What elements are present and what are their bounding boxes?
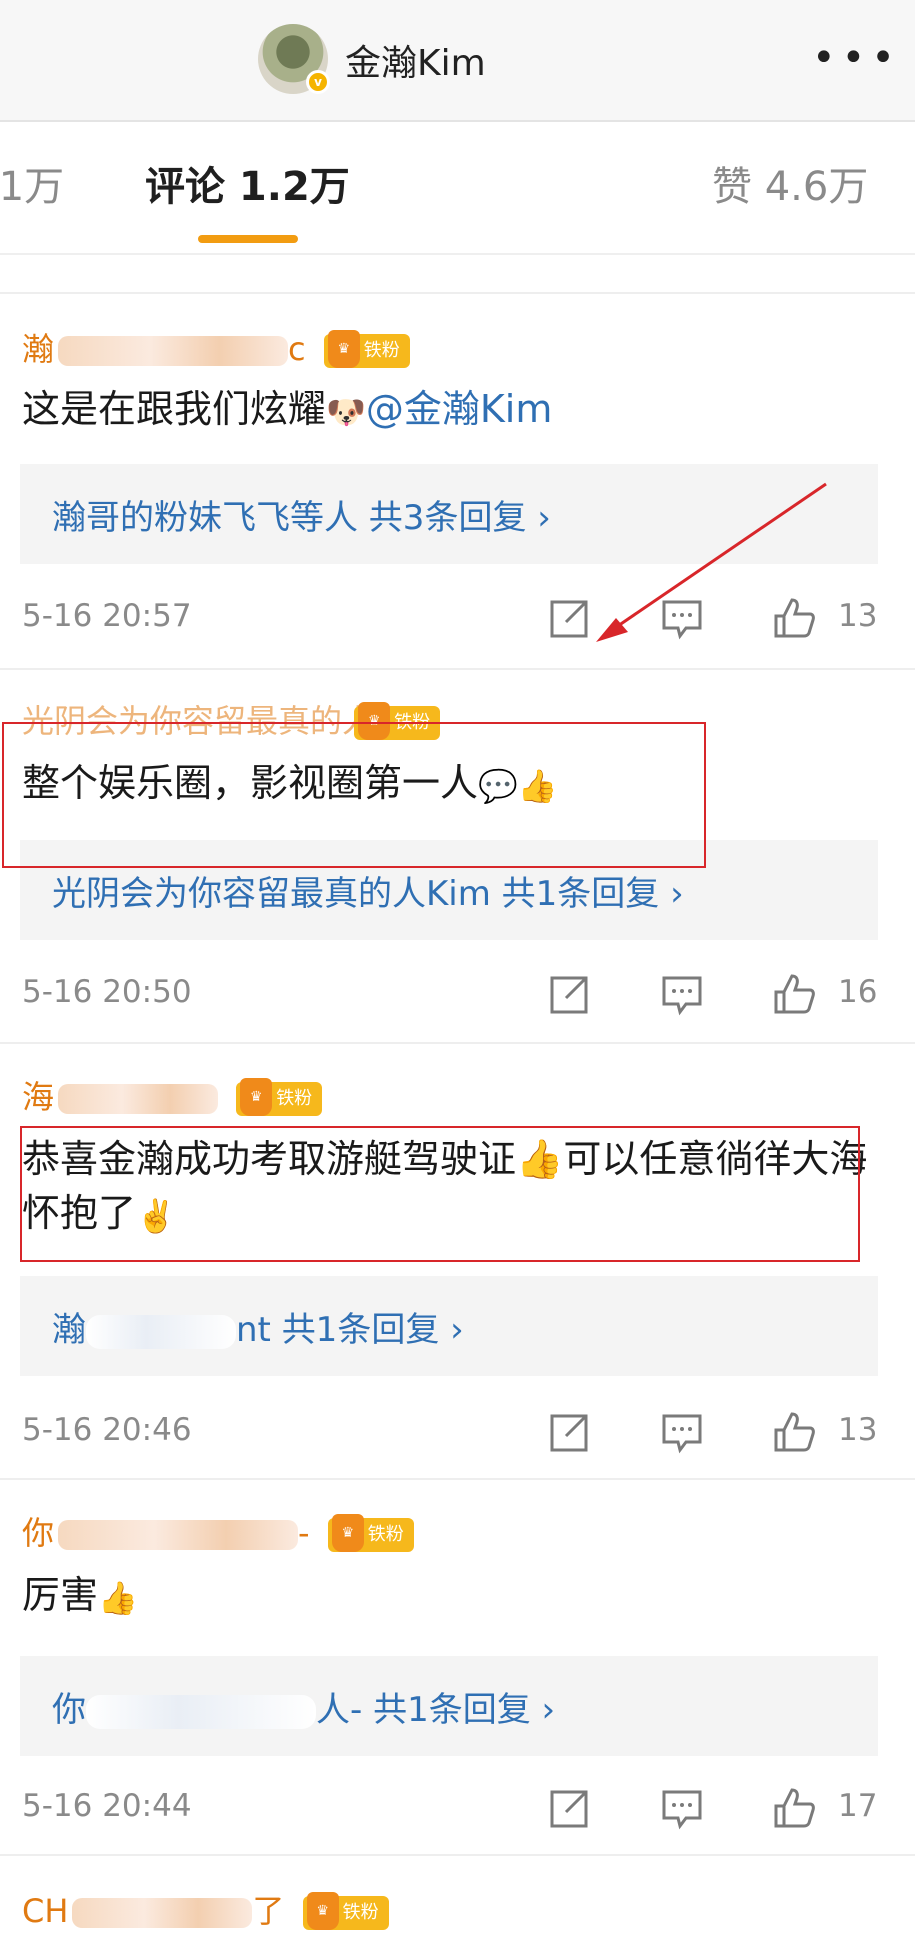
tab-comments[interactable]: 评论 1.2万 (145, 162, 350, 212)
username-text: 你 (22, 1514, 55, 1552)
mention-link[interactable]: @金瀚Kim (366, 387, 553, 431)
comment-time: 5-16 20:44 (22, 1788, 192, 1824)
comment-icon[interactable] (660, 596, 704, 640)
fan-badge: ♛ 铁粉 (327, 1514, 414, 1552)
active-tab-indicator (198, 235, 298, 243)
thumbs-up-emoji-icon: 👍 (98, 1578, 138, 1617)
tab-bar: .1万 评论 1.2万 赞 4.6万 (0, 122, 915, 255)
thumbs-up-icon[interactable] (772, 972, 816, 1016)
like-count: 16 (838, 974, 878, 1010)
reply-summary: 瀚 nt 共1条回复 › (52, 1310, 464, 1350)
page-title: 金瀚Kim (345, 43, 486, 84)
tab-divider (0, 253, 915, 255)
comment-icon[interactable] (660, 1786, 704, 1830)
crown-icon: ♛ (327, 330, 360, 368)
share-icon[interactable] (548, 1786, 592, 1830)
verified-badge-icon: v (306, 70, 330, 94)
thumbs-up-icon[interactable] (772, 1786, 816, 1830)
fan-badge: ♛ 铁粉 (323, 330, 410, 368)
tab-reposts[interactable]: .1万 (0, 162, 64, 212)
comment-time: 5-16 20:50 (22, 974, 192, 1010)
share-icon[interactable] (548, 1410, 592, 1454)
username-tail: c (288, 330, 306, 368)
comment-time: 5-16 20:57 (22, 598, 192, 634)
tab-likes[interactable]: 赞 4.6万 (712, 162, 868, 212)
divider (0, 1854, 915, 1856)
username-redacted (58, 336, 289, 366)
comment-meta: 5-16 20:57 13 (0, 588, 915, 648)
thumbs-up-icon[interactable] (772, 1410, 816, 1454)
comment-username[interactable]: 海 ♛ 铁粉 (22, 1072, 323, 1118)
more-options-icon[interactable]: ••• (812, 38, 901, 78)
reply-summary: 光阴会为你容留最真的人Kim 共1条回复 › (52, 874, 684, 914)
like-count: 13 (838, 598, 878, 634)
username-text: CH (22, 1892, 69, 1930)
comment-icon[interactable] (660, 1410, 704, 1454)
comment-text: 厉害👍 (22, 1568, 882, 1625)
comment-icon[interactable] (660, 972, 704, 1016)
fan-badge: ♛ 铁粉 (236, 1078, 323, 1116)
crown-icon: ♛ (306, 1892, 339, 1930)
comment-meta: 5-16 20:44 17 (0, 1778, 915, 1838)
reply-summary: 瀚哥的粉妹飞飞等人 共3条回复 › (52, 498, 551, 538)
reply-preview[interactable]: 瀚哥的粉妹飞飞等人 共3条回复 › (20, 464, 878, 564)
crown-icon: ♛ (240, 1078, 273, 1116)
reply-preview[interactable]: 瀚 nt 共1条回复 › (20, 1276, 878, 1376)
comment-text: 这是在跟我们炫耀🐶@金瀚Kim (22, 382, 882, 439)
comment-time: 5-16 20:46 (22, 1412, 192, 1448)
username-tail: - (298, 1514, 310, 1552)
crown-icon: ♛ (331, 1514, 364, 1552)
divider (0, 668, 915, 670)
comment-meta: 5-16 20:50 16 (0, 964, 915, 1024)
comment-meta: 5-16 20:46 13 (0, 1402, 915, 1462)
fan-badge: ♛ 铁粉 (302, 1892, 389, 1930)
share-icon[interactable] (548, 596, 592, 640)
reply-preview[interactable]: 你人- 共1条回复 › (20, 1656, 878, 1756)
username-redacted (72, 1898, 253, 1928)
comment-username[interactable]: 你 - ♛ 铁粉 (22, 1508, 414, 1554)
annotation-box (2, 722, 706, 868)
like-count: 13 (838, 1412, 878, 1448)
divider (0, 292, 915, 294)
divider (0, 1042, 915, 1044)
doge-emoji-icon: 🐶 (326, 392, 366, 431)
reply-redacted (86, 1314, 236, 1349)
username-text: 海 (22, 1078, 55, 1116)
comment-username[interactable]: 瀚 c ♛ 铁粉 (22, 324, 410, 370)
divider (0, 1478, 915, 1480)
share-icon[interactable] (548, 972, 592, 1016)
like-count: 17 (838, 1788, 878, 1824)
thumbs-up-icon[interactable] (772, 596, 816, 640)
username-text: 瀚 (22, 330, 55, 368)
username-redacted (58, 1084, 219, 1114)
reply-redacted (86, 1694, 316, 1729)
reply-summary: 你人- 共1条回复 › (52, 1690, 556, 1730)
comment-username[interactable]: CH 了 ♛ 铁粉 (22, 1886, 389, 1932)
username-tail: 了 (252, 1892, 285, 1930)
annotation-box (20, 1126, 860, 1262)
app-header: v 金瀚Kim ••• (0, 0, 915, 122)
username-redacted (58, 1520, 299, 1550)
